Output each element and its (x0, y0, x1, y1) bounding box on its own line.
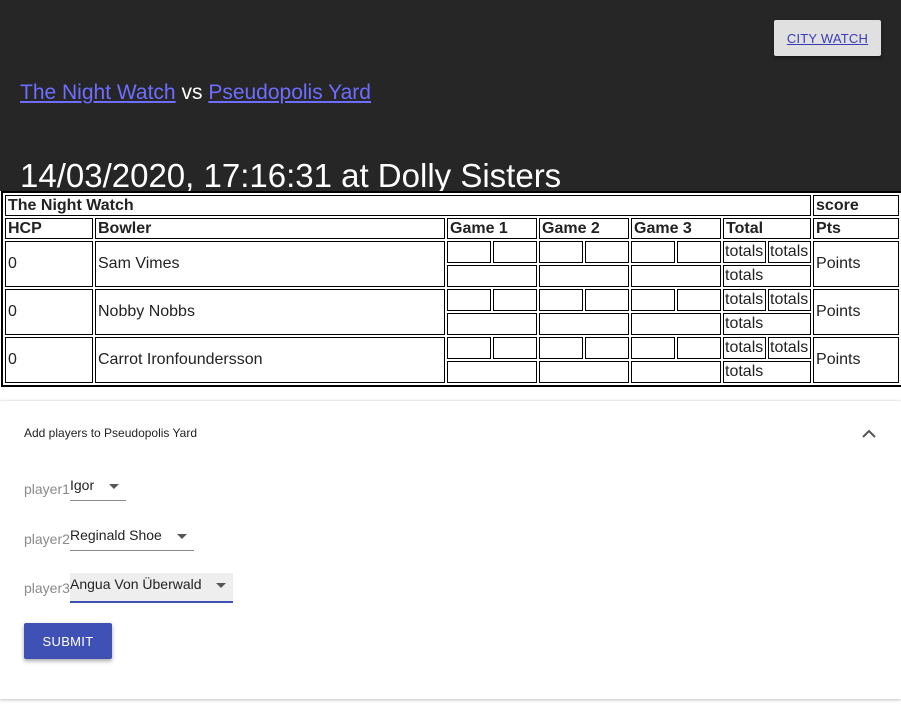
team-name-cell: The Night Watch (5, 195, 812, 216)
game2-header: Game 2 (539, 218, 629, 239)
pts-header: Pts (813, 218, 900, 239)
game3-total-input[interactable] (631, 265, 721, 287)
scoresheet-table: The Night Watch score HCP Bowler Game 1 … (1, 191, 901, 387)
vs-label: vs (181, 81, 203, 104)
away-team-link[interactable]: Pseudopolis Yard (208, 81, 371, 104)
game3-frame-b-input[interactable] (677, 337, 721, 359)
game1-frame-a-input[interactable] (447, 241, 491, 263)
game2-frame-a-input[interactable] (539, 337, 583, 359)
game1-frame-a-input[interactable] (447, 289, 491, 311)
game3-frame-b-input[interactable] (677, 241, 721, 263)
game3-frame-a-input[interactable] (631, 337, 675, 359)
game3-frame-a-input[interactable] (631, 241, 675, 263)
total-header: Total (723, 218, 812, 239)
game2-frame-b-input[interactable] (585, 241, 629, 263)
add-players-panel: Add players to Pseudopolis Yard player1 … (0, 401, 901, 699)
game2-frame-a-input[interactable] (539, 241, 583, 263)
dropdown-arrow-icon (109, 484, 119, 489)
scoresheet: The Night Watch score HCP Bowler Game 1 … (0, 191, 901, 387)
bowler-name-cell: Nobby Nobbs (95, 289, 445, 335)
game1-frame-a-input[interactable] (447, 337, 491, 359)
player3-label: player3 (24, 580, 70, 596)
player2-selected-value: Reginald Shoe (70, 527, 162, 543)
total-cell-b: totals (768, 241, 812, 263)
total-cell-a: totals (723, 337, 766, 359)
hcp-cell: 0 (5, 289, 93, 335)
player2-label: player2 (24, 531, 70, 547)
game3-header: Game 3 (631, 218, 721, 239)
matchup-title: The Night Watch vs Pseudopolis Yard (20, 81, 371, 105)
player1-label: player1 (24, 481, 70, 497)
game2-total-input[interactable] (539, 265, 629, 287)
match-datetime-venue: 14/03/2020, 17:16:31 at Dolly Sisters (20, 157, 562, 194)
game2-total-input[interactable] (539, 361, 629, 383)
total-cell-a: totals (723, 289, 766, 311)
hcp-header: HCP (5, 218, 93, 239)
player1-select[interactable]: Igor (70, 474, 126, 501)
game1-total-input[interactable] (447, 265, 537, 287)
points-cell: Points (813, 289, 900, 335)
add-players-title[interactable]: Add players to Pseudopolis Yard (24, 426, 197, 440)
total-cell-c: totals (723, 265, 812, 287)
dropdown-arrow-icon (177, 534, 187, 539)
game2-frame-b-input[interactable] (585, 289, 629, 311)
score-header: score (813, 195, 900, 216)
game3-total-input[interactable] (631, 361, 721, 383)
game2-frame-b-input[interactable] (585, 337, 629, 359)
player3-select[interactable]: Angua Von Überwald (70, 573, 233, 603)
total-cell-b: totals (768, 289, 812, 311)
player3-selected-value: Angua Von Überwald (70, 576, 202, 592)
game3-total-input[interactable] (631, 313, 721, 335)
game1-frame-b-input[interactable] (493, 289, 537, 311)
home-team-link[interactable]: The Night Watch (20, 81, 176, 104)
hcp-cell: 0 (5, 241, 93, 287)
submit-button[interactable]: SUBMIT (24, 623, 112, 659)
game1-total-input[interactable] (447, 313, 537, 335)
game1-frame-b-input[interactable] (493, 337, 537, 359)
match-header: CITY WATCH The Night Watch vs Pseudopoli… (0, 0, 901, 194)
game2-total-input[interactable] (539, 313, 629, 335)
points-cell: Points (813, 241, 900, 287)
player1-selected-value: Igor (70, 477, 95, 493)
total-cell-c: totals (723, 313, 812, 335)
game1-header: Game 1 (447, 218, 537, 239)
bowler-name-cell: Sam Vimes (95, 241, 445, 287)
city-watch-button[interactable]: CITY WATCH (774, 20, 881, 56)
chevron-up-icon[interactable] (861, 428, 877, 440)
game3-frame-b-input[interactable] (677, 289, 721, 311)
game1-frame-b-input[interactable] (493, 241, 537, 263)
game3-frame-a-input[interactable] (631, 289, 675, 311)
total-cell-a: totals (723, 241, 766, 263)
total-cell-b: totals (768, 337, 812, 359)
game2-frame-a-input[interactable] (539, 289, 583, 311)
hcp-cell: 0 (5, 337, 93, 383)
bowler-header: Bowler (95, 218, 445, 239)
points-cell: Points (813, 337, 900, 383)
player2-select[interactable]: Reginald Shoe (70, 524, 194, 551)
game1-total-input[interactable] (447, 361, 537, 383)
total-cell-c: totals (723, 361, 812, 383)
bowler-name-cell: Carrot Ironfoundersson (95, 337, 445, 383)
dropdown-arrow-icon (216, 583, 226, 588)
